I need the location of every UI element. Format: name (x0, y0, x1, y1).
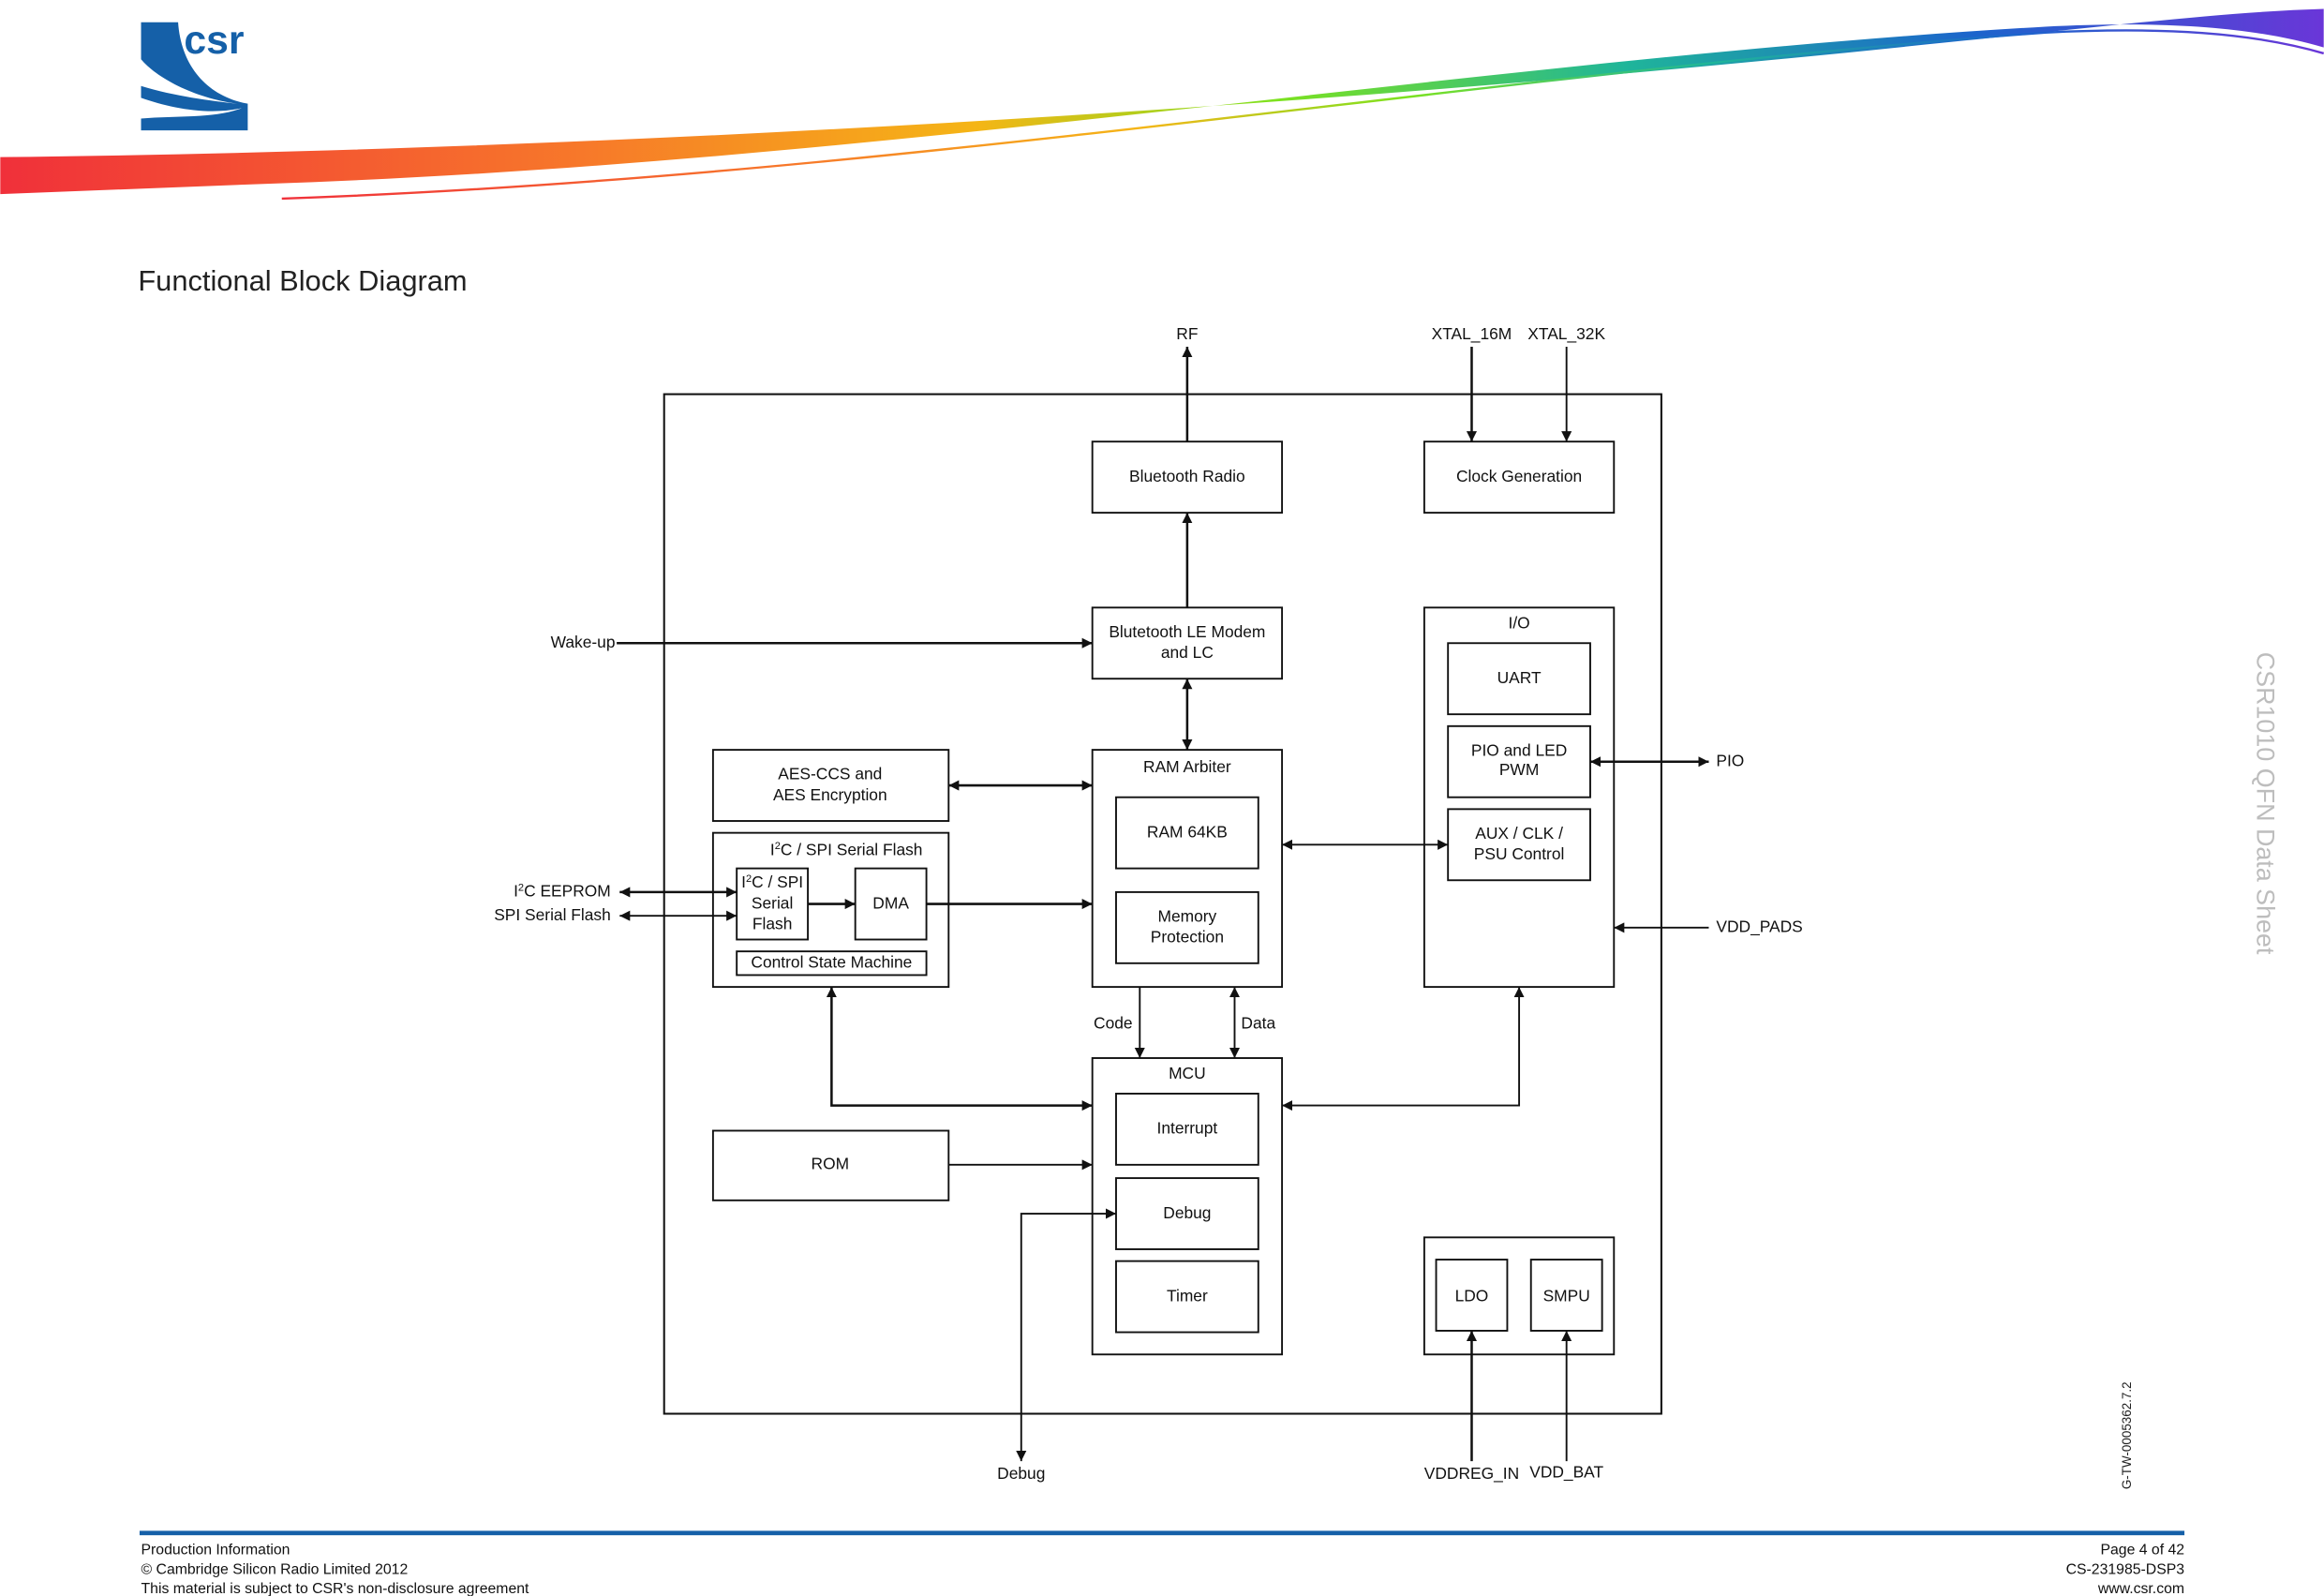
block-aes-label-1: AES-CCS and (778, 765, 882, 783)
footer-left-1: Production Information (142, 1543, 290, 1559)
footer-doc-number: CS-231985-DSP3 (2066, 1561, 2185, 1577)
signal-vdd-pads: VDD_PADS (1716, 917, 1802, 936)
block-mcu-debug-label: Debug (1163, 1203, 1211, 1222)
block-timer-label: Timer (1167, 1286, 1208, 1305)
signal-spi-serial-flash: SPI Serial Flash (494, 905, 611, 924)
csr-logo: csr (141, 18, 248, 131)
block-pio-led-label-1: PIO and LED (1471, 740, 1567, 759)
block-aes-label-2: AES Encryption (773, 785, 887, 804)
signal-i2c-eeprom: I2C EEPROM (514, 882, 611, 901)
block-io-label: I/O (1508, 613, 1529, 632)
block-le-modem-label-1: Blutetooth LE Modem (1109, 622, 1265, 641)
signal-rf: RF (1176, 324, 1198, 343)
block-aux-label-2: PSU Control (1474, 844, 1565, 863)
page-title: Functional Block Diagram (138, 264, 467, 297)
block-serial-flash-group-label: I2C / SPI Serial Flash (770, 840, 923, 858)
block-serial-flash-label-2: Serial (752, 893, 793, 912)
block-pio-led-label-2: PWM (1499, 760, 1539, 779)
block-dma-label: DMA (872, 893, 909, 912)
block-uart-label: UART (1497, 668, 1542, 687)
block-ldo-label: LDO (1455, 1286, 1489, 1305)
block-ram-arbiter-label: RAM Arbiter (1143, 757, 1231, 776)
signal-vdd-bat: VDD_BAT (1529, 1463, 1603, 1482)
block-control-state-machine-label: Control State Machine (751, 953, 912, 972)
footer: Production Information © Cambridge Silic… (139, 1530, 2185, 1596)
block-smpu-label: SMPU (1543, 1286, 1590, 1305)
header: csr (0, 8, 2324, 201)
side-title: CSR1010 QFN Data Sheet (2252, 652, 2280, 955)
footer-rule (139, 1530, 2185, 1536)
figure-id: G-TW-0005362.7.2 (2120, 1381, 2134, 1489)
footer-website-link[interactable]: www.csr.com (2097, 1581, 2184, 1596)
block-mem-prot-label-1: Memory (1158, 907, 1217, 926)
block-mcu-label: MCU (1169, 1064, 1206, 1082)
arrow-io-mcu (1282, 987, 1525, 1111)
signal-vddreg-in: VDDREG_IN (1424, 1464, 1519, 1483)
block-serial-flash-label-3: Flash (752, 914, 793, 932)
bus-data-label: Data (1241, 1013, 1275, 1032)
functional-block-diagram: RF XTAL_16M XTAL_32K Wake-up I2C EEPROM … (494, 324, 1803, 1483)
block-aux-label-1: AUX / CLK / (1475, 824, 1563, 843)
signal-wake-up: Wake-up (551, 633, 616, 651)
block-clock-generation-label: Clock Generation (1456, 467, 1582, 485)
footer-page-number: Page 4 of 42 (2100, 1543, 2184, 1559)
block-rom-label: ROM (812, 1155, 850, 1173)
signal-xtal-16m: XTAL_16M (1432, 324, 1512, 343)
signal-debug: Debug (997, 1464, 1045, 1483)
datasheet-page: csr Functional Block Diagram CSR1010 QFN… (0, 8, 2324, 1596)
block-ram-label: RAM 64KB (1147, 822, 1228, 841)
bus-code-label: Code (1094, 1013, 1133, 1032)
logo-text: csr (184, 18, 244, 63)
signal-pio: PIO (1716, 752, 1744, 770)
block-bluetooth-radio-label: Bluetooth Radio (1129, 467, 1245, 485)
block-mem-prot-label-2: Protection (1151, 928, 1224, 947)
signal-xtal-32k: XTAL_32K (1527, 324, 1605, 343)
header-swoosh-line (281, 29, 2324, 201)
footer-left-2: © Cambridge Silicon Radio Limited 2012 (142, 1561, 409, 1577)
footer-left-3: This material is subject to CSR's non-di… (142, 1581, 530, 1596)
block-interrupt-label: Interrupt (1157, 1119, 1218, 1138)
arrow-flash-mcu (826, 987, 1093, 1111)
header-swoosh (0, 8, 2324, 195)
block-le-modem-label-2: and LC (1161, 643, 1214, 662)
